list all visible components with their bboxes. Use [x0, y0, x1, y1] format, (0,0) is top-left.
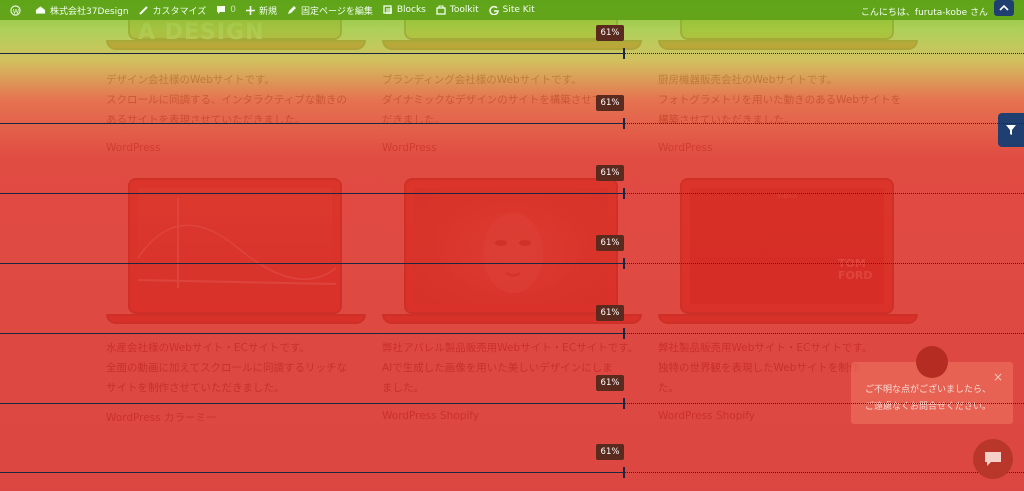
comment-icon — [217, 6, 226, 14]
wordpress-icon: W — [10, 4, 21, 16]
home-icon — [35, 6, 46, 14]
portrait-image — [414, 188, 608, 304]
brush-icon — [138, 6, 148, 15]
work-desc-line: 水産会社様のWebサイト・ECサイトです。 — [106, 342, 310, 354]
chevron-up-icon — [999, 4, 1009, 11]
work-card-4[interactable]: 水産会社様のWebサイト・ECサイトです。 全面の動画に加えてスクロールに同調す… — [106, 338, 366, 425]
work-desc-line: 弊社製品販売用Webサイト・ECサイトです。 — [658, 342, 873, 354]
work-desc-line: フォトグラメトリを用いた動きのあるWebサイトを — [658, 94, 902, 106]
work-desc-line: スクロールに同調する、インタラクティブな動きの — [106, 94, 347, 106]
scroll-percent-badge: 61% — [596, 25, 624, 41]
user-greeting[interactable]: こんにちは、furuta-kobe さん — [861, 5, 988, 18]
new-label: 新規 — [259, 6, 278, 17]
chat-avatar — [916, 346, 948, 378]
scroll-depth-line — [0, 48, 1024, 60]
work-tags: WordPress — [382, 142, 437, 154]
svg-text:W: W — [13, 7, 20, 15]
scroll-percent-badge: 61% — [596, 375, 624, 391]
work-desc-line: 厨房機器販売会社のWebサイトです。 — [658, 74, 838, 86]
work-tags: WordPress カラーミー — [106, 412, 217, 424]
site-name-label: 株式会社37Design — [50, 6, 129, 17]
comments-menu[interactable]: 0 — [216, 5, 236, 15]
site-kit-menu[interactable]: Site Kit — [488, 5, 535, 15]
tomford-image: SUBVUS TOM FORD — [690, 188, 884, 304]
collapse-button[interactable] — [994, 0, 1014, 16]
scroll-percent-badge: 61% — [596, 305, 624, 321]
chat-close-icon[interactable]: × — [993, 370, 1003, 384]
face-illustration — [483, 213, 543, 293]
scroll-percent-badge: 61% — [596, 235, 624, 251]
site-kit-label: Site Kit — [502, 5, 535, 15]
scroll-depth-line — [0, 258, 1024, 270]
scroll-depth-line — [0, 467, 1024, 479]
new-content-menu[interactable]: 新規 — [246, 4, 277, 17]
customize-label: カスタマイズ — [152, 6, 207, 17]
scroll-percent-badge: 61% — [596, 95, 624, 111]
plus-icon — [246, 5, 255, 15]
work-card-2[interactable]: ブランディング会社様のWebサイトです。 ダイナミックなデザインのサイトを構築さ… — [382, 70, 642, 154]
toolkit-menu[interactable]: Toolkit — [436, 5, 479, 15]
scroll-depth-line — [0, 398, 1024, 410]
work-desc-line: 弊社アパレル製品販売用Webサイト・ECサイトです。 — [382, 342, 639, 354]
edit-page-menu[interactable]: 固定ページを編集 — [287, 4, 373, 17]
toolkit-icon — [436, 5, 446, 15]
pencil-icon — [288, 6, 297, 14]
chat-launcher-button[interactable] — [973, 439, 1013, 479]
edit-page-label: 固定ページを編集 — [301, 6, 373, 17]
admin-bar-items: W 株式会社37Design カスタマイズ 0 新規 固定ページを編集 Bloc… — [0, 0, 1024, 20]
work-tags: WordPress — [106, 142, 161, 154]
work-tags: WordPress — [658, 142, 713, 154]
toolkit-label: Toolkit — [449, 5, 479, 15]
work-tags: WordPress Shopify — [382, 410, 480, 422]
scroll-depth-line — [0, 328, 1024, 340]
work-desc-line: ブランディング会社様のWebサイトです。 — [382, 74, 582, 86]
work-desc-line: サイトを制作させていただきました。 — [106, 382, 285, 394]
blocks-icon — [383, 5, 392, 14]
work-card-3[interactable]: 厨房機器販売会社のWebサイトです。 フォトグラメトリを用いた動きのあるWebサ… — [658, 70, 918, 154]
scroll-percent-badge: 61% — [596, 165, 624, 181]
chat-icon — [985, 452, 1001, 466]
scroll-depth-line — [0, 118, 1024, 130]
work-card-1[interactable]: デザイン会社様のWebサイトです。 スクロールに同調する、インタラクティブな動き… — [106, 70, 366, 154]
google-icon — [488, 5, 499, 15]
scroll-depth-line — [0, 188, 1024, 200]
a-design-logo: A DESIGN — [138, 20, 265, 45]
scroll-percent-badge: 61% — [596, 444, 624, 460]
site-name-menu[interactable]: 株式会社37Design — [35, 4, 129, 17]
wp-logo-menu[interactable]: W — [10, 4, 25, 16]
chat-message-line: ご不明な点がございましたら、 — [865, 385, 992, 395]
bridge-image — [137, 188, 337, 304]
work-desc-line: デザイン会社様のWebサイトです。 — [106, 74, 275, 86]
customize-menu[interactable]: カスタマイズ — [138, 4, 207, 17]
bridge-illustration — [137, 198, 337, 288]
comment-count: 0 — [230, 5, 236, 15]
blocks-label: Blocks — [396, 5, 426, 15]
work-desc-line: 全面の動画に加えてスクロールに同調するリッチな — [106, 362, 347, 374]
blocks-menu[interactable]: Blocks — [383, 5, 426, 15]
